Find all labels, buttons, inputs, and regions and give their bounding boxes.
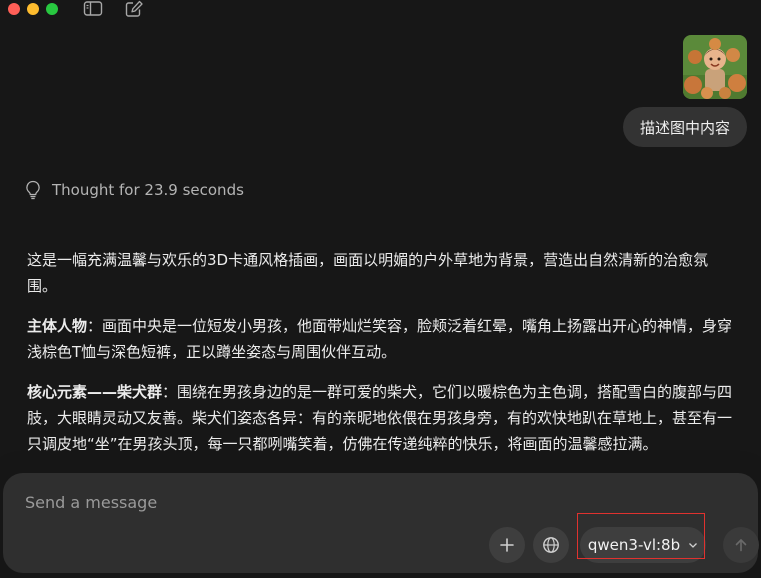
thought-label: Thought for 23.9 seconds [52,181,244,199]
message-input[interactable] [23,489,627,515]
lightbulb-icon [26,180,40,200]
compose-icon[interactable] [124,0,144,18]
arrow-up-icon [735,539,747,552]
user-message-bubble: 描述图中内容 [623,107,747,147]
sidebar-toggle-icon[interactable] [83,0,103,18]
chat-thread: 描述图中内容 Thought for 23.9 seconds 这是一幅充满温馨… [0,20,761,472]
title-bar [0,0,761,20]
send-button[interactable] [723,527,759,563]
globe-icon [543,537,559,553]
attach-button[interactable] [489,527,525,563]
assistant-response: 这是一幅充满温馨与欢乐的3D卡通风格插画，画面以明媚的户外草地为背景，营造出自然… [27,247,737,471]
maximize-window-button[interactable] [46,3,58,15]
close-window-button[interactable] [8,3,20,15]
model-name: qwen3-vl:8b [587,536,681,554]
minimize-window-button[interactable] [27,3,39,15]
paragraph-heading: 核心元素——柴犬群 [27,383,163,401]
thought-toggle[interactable]: Thought for 23.9 seconds [24,180,244,200]
model-selector[interactable]: qwen3-vl:8b [580,527,706,563]
plus-icon [500,538,514,552]
chevron-down-icon [689,543,698,548]
response-paragraph: 核心元素——柴犬群：围绕在男孩身边的是一群可爱的柴犬，它们以暖棕色为主色调，搭配… [27,379,737,457]
paragraph-heading: 主体人物 [27,317,88,335]
user-image-attachment[interactable] [683,35,747,99]
response-paragraph: 主体人物：画面中央是一位短发小男孩，他面带灿烂笑容，脸颊泛着红晕，嘴角上扬露出开… [27,313,737,365]
web-search-button[interactable] [533,527,569,563]
message-composer: qwen3-vl:8b [3,473,759,573]
paragraph-body: ：画面中央是一位短发小男孩，他面带灿烂笑容，脸颊泛着红晕，嘴角上扬露出开心的神情… [27,317,733,361]
response-paragraph: 这是一幅充满温馨与欢乐的3D卡通风格插画，画面以明媚的户外草地为背景，营造出自然… [27,251,709,295]
user-message-text: 描述图中内容 [639,118,730,137]
